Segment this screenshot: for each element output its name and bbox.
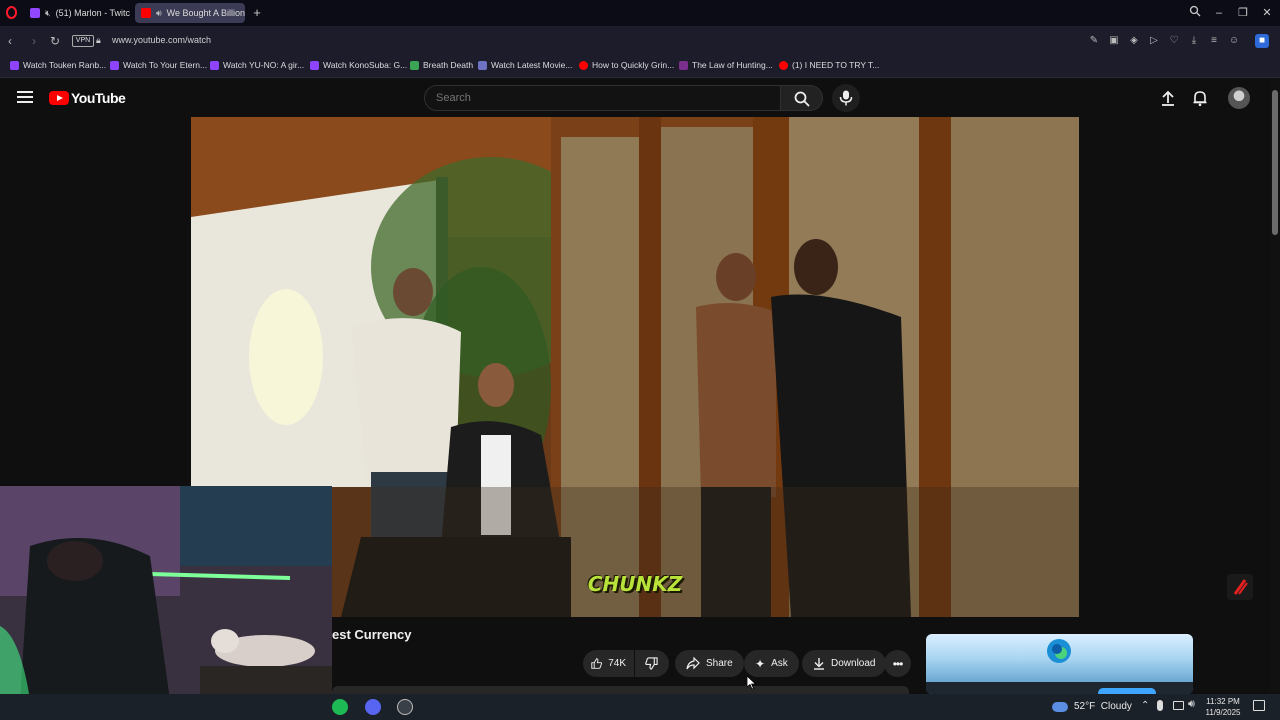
download-label: Download [831, 658, 876, 669]
bookmark-icon [679, 60, 688, 70]
thumbs-up-icon [591, 658, 603, 669]
url-field[interactable]: www.youtube.com/watch [112, 35, 211, 45]
bookmark-icon [478, 60, 487, 70]
cloud-icon [1052, 701, 1068, 712]
bookmark-item[interactable]: The Law of Hunting... [679, 60, 773, 70]
youtube-logo-icon[interactable] [49, 91, 69, 105]
twitch-icon [30, 8, 40, 18]
webcam-overlay [0, 486, 332, 700]
app-icon[interactable] [397, 699, 413, 715]
download-icon [814, 658, 824, 670]
more-icon: ••• [892, 656, 904, 671]
bookmark-icon [210, 60, 219, 70]
dislike-button[interactable] [635, 650, 669, 677]
microphone-icon[interactable] [1157, 700, 1163, 711]
youtube-icon [779, 60, 788, 70]
bookmark-item[interactable]: Breath Death [410, 60, 473, 70]
close-icon[interactable]: ✕ [1259, 5, 1275, 21]
share-button[interactable]: Share [675, 650, 744, 677]
bookmark-item[interactable]: How to Quickly Grin... [579, 60, 674, 70]
lock-icon[interactable]: 🔒︎ [96, 35, 101, 46]
mouse-cursor-icon [747, 676, 757, 690]
bookmark-icon [10, 60, 19, 70]
tab-label: (51) Marlon - Twitch [55, 8, 130, 18]
play-icon[interactable]: ▷ [1147, 34, 1161, 48]
share-icon [686, 657, 700, 670]
bookmark-item[interactable]: Watch To Your Etern... [110, 60, 207, 70]
like-button[interactable]: 74K [583, 650, 634, 677]
tab-twitch[interactable]: 🔇︎ (51) Marlon - Twitch [24, 3, 130, 23]
avatar[interactable] [1228, 87, 1250, 109]
spotify-icon[interactable] [332, 699, 348, 715]
profile-icon[interactable]: ☺ [1227, 34, 1241, 48]
new-tab-plus-icon[interactable]: + [250, 6, 264, 20]
notifications-bell-icon[interactable] [1191, 89, 1209, 107]
reload-icon[interactable]: ↻ [47, 33, 63, 49]
show-hidden-icons-icon[interactable]: ⌃ [1141, 700, 1149, 711]
bookmarks-bar: Watch Touken Ranb... Watch To Your Etern… [0, 56, 1280, 78]
hamburger-menu-icon[interactable] [17, 91, 33, 103]
weather-text: 52°F Cloudy [1074, 701, 1132, 712]
camera-icon[interactable]: ▣ [1107, 34, 1121, 48]
bookmark-item[interactable]: Watch Latest Movie... [478, 60, 572, 70]
webcam-frame [0, 486, 332, 700]
download-button[interactable]: Download [802, 650, 887, 677]
voice-search-button[interactable] [832, 84, 860, 112]
clock-date: 11/9/2025 [1205, 708, 1241, 717]
edit-icon[interactable]: ✎ [1087, 34, 1101, 48]
bookmark-icon [410, 60, 419, 70]
description-box-edge [332, 686, 909, 694]
bookmark-icon [310, 60, 319, 70]
minimize-icon[interactable]: – [1211, 5, 1227, 21]
browser-tab-bar: 🔇︎ (51) Marlon - Twitch 🔊︎ We Bought A B… [0, 0, 1280, 26]
ask-label: Ask [771, 658, 788, 669]
upload-icon[interactable] [1159, 89, 1177, 107]
bookmark-icon [110, 60, 119, 70]
extension-icon[interactable]: ■ [1255, 34, 1269, 48]
like-count: 74K [608, 658, 626, 669]
shield-icon[interactable]: ◈ [1127, 34, 1141, 48]
bookmark-item[interactable]: Watch KonoSuba: G... [310, 60, 407, 70]
weather-widget[interactable]: 52°F Cloudy [1052, 701, 1132, 712]
muted-speaker-icon[interactable]: 🔇︎ [45, 8, 51, 19]
youtube-icon [579, 60, 588, 70]
notification-center-icon[interactable] [1253, 700, 1265, 711]
back-icon[interactable]: ‹ [2, 33, 18, 49]
youtube-logo-text[interactable]: YouTube [71, 90, 126, 106]
search-icon [794, 91, 810, 107]
tab-label: We Bought A Billion C [166, 8, 245, 18]
network-icon[interactable] [1173, 701, 1184, 710]
bookmark-item[interactable]: Watch Touken Ranb... [10, 60, 106, 70]
channel-watermark-icon[interactable] [1227, 574, 1253, 600]
bookmark-item[interactable]: Watch YU-NO: A gir... [210, 60, 304, 70]
sidebar-ad-card[interactable] [926, 634, 1193, 694]
edge-browser-icon [1047, 639, 1071, 663]
sparkle-icon: ✦ [755, 656, 766, 671]
search-tabs-icon[interactable] [1187, 5, 1203, 21]
vpn-badge[interactable]: VPN [72, 35, 94, 47]
download-icon[interactable]: ⤓ [1187, 34, 1201, 48]
video-title: est Currency [332, 627, 412, 642]
search-button[interactable] [781, 85, 823, 111]
more-actions-button[interactable]: ••• [884, 650, 911, 677]
heart-icon[interactable]: ♡ [1167, 34, 1181, 48]
share-label: Share [706, 658, 733, 669]
search-input[interactable] [424, 85, 781, 111]
forward-icon[interactable]: › [26, 33, 42, 49]
thumbs-down-icon [645, 657, 658, 670]
speaker-icon[interactable]: 🔊︎ [156, 8, 162, 19]
system-clock[interactable]: 11:32 PM 11/9/2025 [1200, 696, 1246, 718]
volume-icon[interactable]: 🔊︎ [1188, 698, 1195, 711]
youtube-icon [141, 8, 151, 18]
clock-time: 11:32 PM [1206, 697, 1240, 706]
menu-icon[interactable]: ≡ [1207, 34, 1221, 48]
microphone-icon [839, 90, 853, 106]
restore-icon[interactable]: ❐ [1235, 5, 1251, 21]
bookmark-item[interactable]: (1) I NEED TO TRY T... [779, 60, 879, 70]
scrollbar-thumb[interactable] [1272, 90, 1278, 235]
ask-button[interactable]: ✦ Ask [744, 650, 799, 677]
discord-icon[interactable] [365, 699, 381, 715]
tab-youtube[interactable]: 🔊︎ We Bought A Billion C [135, 3, 245, 23]
opera-logo-icon[interactable] [6, 6, 17, 19]
